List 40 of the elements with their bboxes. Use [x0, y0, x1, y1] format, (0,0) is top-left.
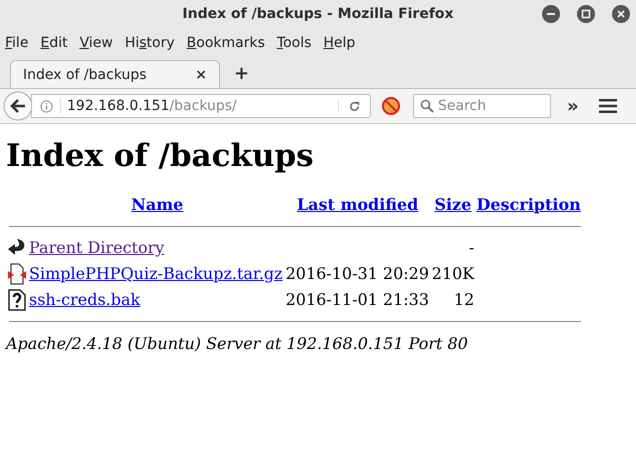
column-header-link[interactable]: Size [434, 195, 472, 214]
file-link[interactable]: ssh-creds.bak [29, 290, 140, 309]
info-icon[interactable] [40, 100, 53, 112]
url-text: 192.168.0.151/backups/ [60, 98, 338, 114]
new-tab-button[interactable]: + [234, 63, 250, 84]
server-signature: Apache/2.4.18 (Ubuntu) Server at 192.168.0.151 Port 80 [6, 334, 469, 353]
menu-item[interactable]: View [80, 35, 113, 51]
back-icon[interactable] [3, 91, 33, 121]
tab-close-button[interactable]: × [195, 66, 207, 82]
modified-date: 2016-10-31 20:29 [286, 264, 430, 283]
page-heading: Index of /backups [6, 138, 315, 174]
column-header-link[interactable]: Description [476, 195, 581, 214]
menu-item[interactable]: Bookmarks [186, 35, 265, 51]
overflow-button[interactable]: » [567, 96, 579, 116]
search-icon [420, 99, 434, 113]
menu-item[interactable]: Tools [276, 35, 312, 51]
file-size: - [468, 238, 474, 257]
column-header-link[interactable]: Last modified [296, 195, 418, 214]
file-link[interactable]: SimplePHPQuiz-Backupz.tar.gz [29, 264, 283, 283]
blocked-icon[interactable] [381, 96, 401, 116]
menu-item[interactable]: Edit [40, 35, 68, 51]
maximize-icon[interactable] [577, 5, 595, 23]
tab[interactable]: Index of /backups × [10, 60, 220, 88]
search-field[interactable]: Search [413, 94, 551, 118]
address-bar[interactable]: 192.168.0.151/backups/ [31, 94, 371, 118]
file-size: 12 [454, 290, 474, 309]
column-header-link[interactable]: Name [131, 195, 184, 214]
file-link[interactable]: Parent Directory [29, 238, 164, 257]
unknown-file-icon [7, 289, 27, 311]
tab-title: Index of /backups [23, 66, 147, 82]
file-size: 210K [432, 264, 474, 283]
window-title: Index of /backups - Mozilla Firefox [182, 6, 454, 22]
menu-item[interactable]: Help [323, 35, 356, 51]
minimize-icon[interactable] [542, 5, 560, 23]
compressed-file-icon [7, 263, 27, 285]
menu-item[interactable]: File [5, 35, 28, 51]
close-icon[interactable] [612, 5, 630, 23]
modified-date: 2016-11-01 21:33 [286, 290, 430, 309]
menu-item[interactable]: History [124, 35, 175, 51]
menu-icon[interactable] [598, 99, 617, 113]
